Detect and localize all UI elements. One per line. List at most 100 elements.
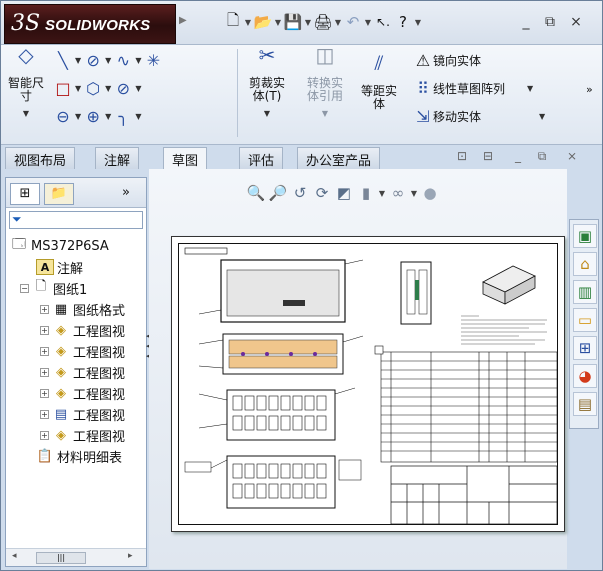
tab-evaluate[interactable]: 评估	[239, 147, 284, 169]
chevron-down-icon[interactable]: ▼	[273, 18, 283, 27]
fillet-icon[interactable]: ╮	[113, 106, 133, 126]
chevron-down-icon[interactable]: ▼	[539, 112, 545, 121]
chevron-down-icon[interactable]: ▼	[75, 56, 81, 65]
scrollbar-thumb[interactable]: |||	[36, 552, 86, 564]
scroll-right-icon[interactable]: ▸	[128, 551, 133, 561]
tree-drawing-view[interactable]: + ▤ 工程图视	[40, 404, 125, 424]
expand-icon[interactable]: +	[40, 304, 49, 314]
expand-icon[interactable]: +	[40, 388, 49, 398]
drawing-sheet[interactable]	[171, 236, 565, 532]
minimize-button[interactable]: _	[517, 13, 535, 31]
chevron-down-icon[interactable]: ▼	[243, 18, 253, 27]
point-icon[interactable]: ✳	[143, 50, 163, 70]
scroll-left-icon[interactable]: ◂	[12, 551, 17, 561]
tree-bom[interactable]: 📋 材料明细表	[36, 446, 122, 466]
chevron-down-icon[interactable]: ▼	[105, 84, 111, 93]
chevron-down-icon[interactable]: ▼	[303, 18, 313, 27]
chevron-down-icon[interactable]: ▼	[377, 189, 387, 198]
tile-vertical-icon[interactable]: ⊟	[479, 149, 497, 165]
chevron-down-icon[interactable]: ▼	[135, 112, 141, 121]
chevron-down-icon[interactable]: ▼	[7, 107, 45, 120]
chevron-down-icon[interactable]: ▼	[135, 84, 141, 93]
chevron-down-icon[interactable]: ▼	[409, 189, 419, 198]
tree-annotations[interactable]: A 注解	[36, 257, 83, 277]
tree-drawing-view[interactable]: + ◈ 工程图视	[40, 320, 125, 340]
appearances-icon[interactable]: ◕	[573, 364, 597, 388]
tree-drawing-view[interactable]: + ◈ 工程图视	[40, 425, 125, 445]
chevron-down-icon[interactable]: ▼	[363, 18, 373, 27]
view-orientation-icon[interactable]: ◩	[333, 183, 355, 203]
chevron-down-icon[interactable]: ▼	[135, 56, 141, 65]
menu-expand-icon[interactable]: ▶	[179, 15, 189, 31]
ribbon-overflow-icon[interactable]: »	[586, 83, 593, 96]
move-entities-button[interactable]: ⇲ 移动实体 ▼	[413, 105, 547, 127]
circle-icon[interactable]: ⊘	[83, 50, 103, 70]
tab-sketch[interactable]: 草图	[163, 147, 208, 170]
print-icon[interactable]: 🖨	[313, 12, 333, 32]
feature-manager-tab[interactable]: ⊞	[10, 183, 40, 205]
doc-close-icon[interactable]: ⨯	[563, 149, 581, 165]
tree-drawing-view[interactable]: + ◈ 工程图视	[40, 341, 125, 361]
design-library-icon[interactable]: ▥	[573, 280, 597, 304]
expand-icon[interactable]: +	[40, 409, 49, 419]
chevron-down-icon[interactable]: ▼	[303, 107, 347, 120]
file-explorer-icon[interactable]: ▭	[573, 308, 597, 332]
doc-minimize-icon[interactable]: _	[509, 149, 527, 165]
expand-icon[interactable]: +	[40, 346, 49, 356]
more-tabs-icon[interactable]: »	[122, 185, 130, 200]
appearance-icon[interactable]: ●	[419, 183, 441, 203]
chevron-down-icon[interactable]: ▼	[75, 84, 81, 93]
spline-icon[interactable]: ∿	[113, 50, 133, 70]
tree-drawing-view[interactable]: + ◈ 工程图视	[40, 383, 125, 403]
rebuild-icon[interactable]: ⟳	[311, 183, 333, 203]
tree-drawing-view[interactable]: + ◈ 工程图视	[40, 362, 125, 382]
help-icon[interactable]: ?	[393, 12, 413, 32]
ellipse-icon[interactable]: ⊘	[113, 78, 133, 98]
chevron-down-icon[interactable]: ▼	[413, 18, 423, 27]
close-button[interactable]: ⨯	[567, 13, 585, 31]
centerpoint-icon[interactable]: ⊕	[83, 106, 103, 126]
graphics-area[interactable]: 🔍 🔎 ↺ ⟳ ◩ ▮ ▼ ∞ ▼ ●	[149, 169, 567, 569]
zoom-area-icon[interactable]: 🔎	[267, 183, 289, 203]
solidworks-logo[interactable]: 3S SOLIDWORKS	[4, 4, 176, 44]
open-icon[interactable]: 📂	[253, 12, 273, 32]
linear-pattern-button[interactable]: ⠿ 线性草图阵列 ▼	[413, 77, 535, 99]
mirror-entities-button[interactable]: ⚠ 镜向实体	[413, 49, 481, 71]
chevron-down-icon[interactable]: ▼	[105, 56, 111, 65]
chevron-down-icon[interactable]: ▼	[247, 107, 287, 120]
line-tool[interactable]: ╲ ▼ ⊘ ▼ ∿ ▼ ✳	[53, 49, 163, 71]
tab-office-products[interactable]: 办公室产品	[297, 147, 381, 169]
tab-annotation[interactable]: 注解	[95, 147, 140, 169]
chevron-down-icon[interactable]: ▼	[105, 112, 111, 121]
slot-tool[interactable]: ⊖ ▼ ⊕ ▼ ╮ ▼	[53, 105, 143, 127]
rectangle-tool[interactable]: □ ▼ ⬡ ▼ ⊘ ▼	[53, 77, 143, 99]
previous-view-icon[interactable]: ↺	[289, 183, 311, 203]
view-palette-icon[interactable]: ⊞	[573, 336, 597, 360]
tab-view-layout[interactable]: 视图布局	[5, 147, 76, 169]
undo-icon[interactable]: ↶	[343, 12, 363, 32]
custom-properties-icon[interactable]: ▤	[573, 392, 597, 416]
select-icon[interactable]: ↖.	[373, 12, 393, 32]
tree-sheet-format[interactable]: + ▦ 图纸格式	[40, 299, 125, 319]
doc-restore-icon[interactable]: ⧉	[533, 149, 551, 165]
convert-entities-button[interactable]: ◫ 转换实 体引用 ▼	[301, 45, 349, 120]
tree-root[interactable]: 🗔 MS372P6SA	[10, 236, 109, 256]
offset-entities-button[interactable]: ⫽ 等距实 体	[357, 53, 401, 111]
chevron-down-icon[interactable]: ▼	[527, 84, 533, 93]
polygon-icon[interactable]: ⬡	[83, 78, 103, 98]
tree-sheet[interactable]: − 🗋 图纸1	[20, 278, 87, 298]
new-icon[interactable]: 🗋	[223, 11, 243, 32]
tree-horizontal-scrollbar[interactable]: ◂ ||| ▸	[6, 548, 146, 566]
expand-icon[interactable]: +	[40, 367, 49, 377]
chevron-down-icon[interactable]: ▼	[75, 112, 81, 121]
chevron-down-icon[interactable]: ▼	[333, 18, 343, 27]
resources-icon[interactable]: ▣	[573, 224, 597, 248]
hide-show-icon[interactable]: ∞	[387, 183, 409, 203]
expand-icon[interactable]: +	[40, 430, 49, 440]
smart-dimension-button[interactable]: ◇ 智能尺 寸 ▼	[5, 45, 47, 120]
trim-entities-button[interactable]: ✂ 剪裁实 体(T) ▼	[245, 45, 289, 120]
expand-icon[interactable]: +	[40, 325, 49, 335]
tree-filter-input[interactable]: ⏷	[9, 211, 143, 229]
display-style-icon[interactable]: ▮	[355, 183, 377, 203]
zoom-to-fit-icon[interactable]: 🔍	[245, 183, 267, 203]
